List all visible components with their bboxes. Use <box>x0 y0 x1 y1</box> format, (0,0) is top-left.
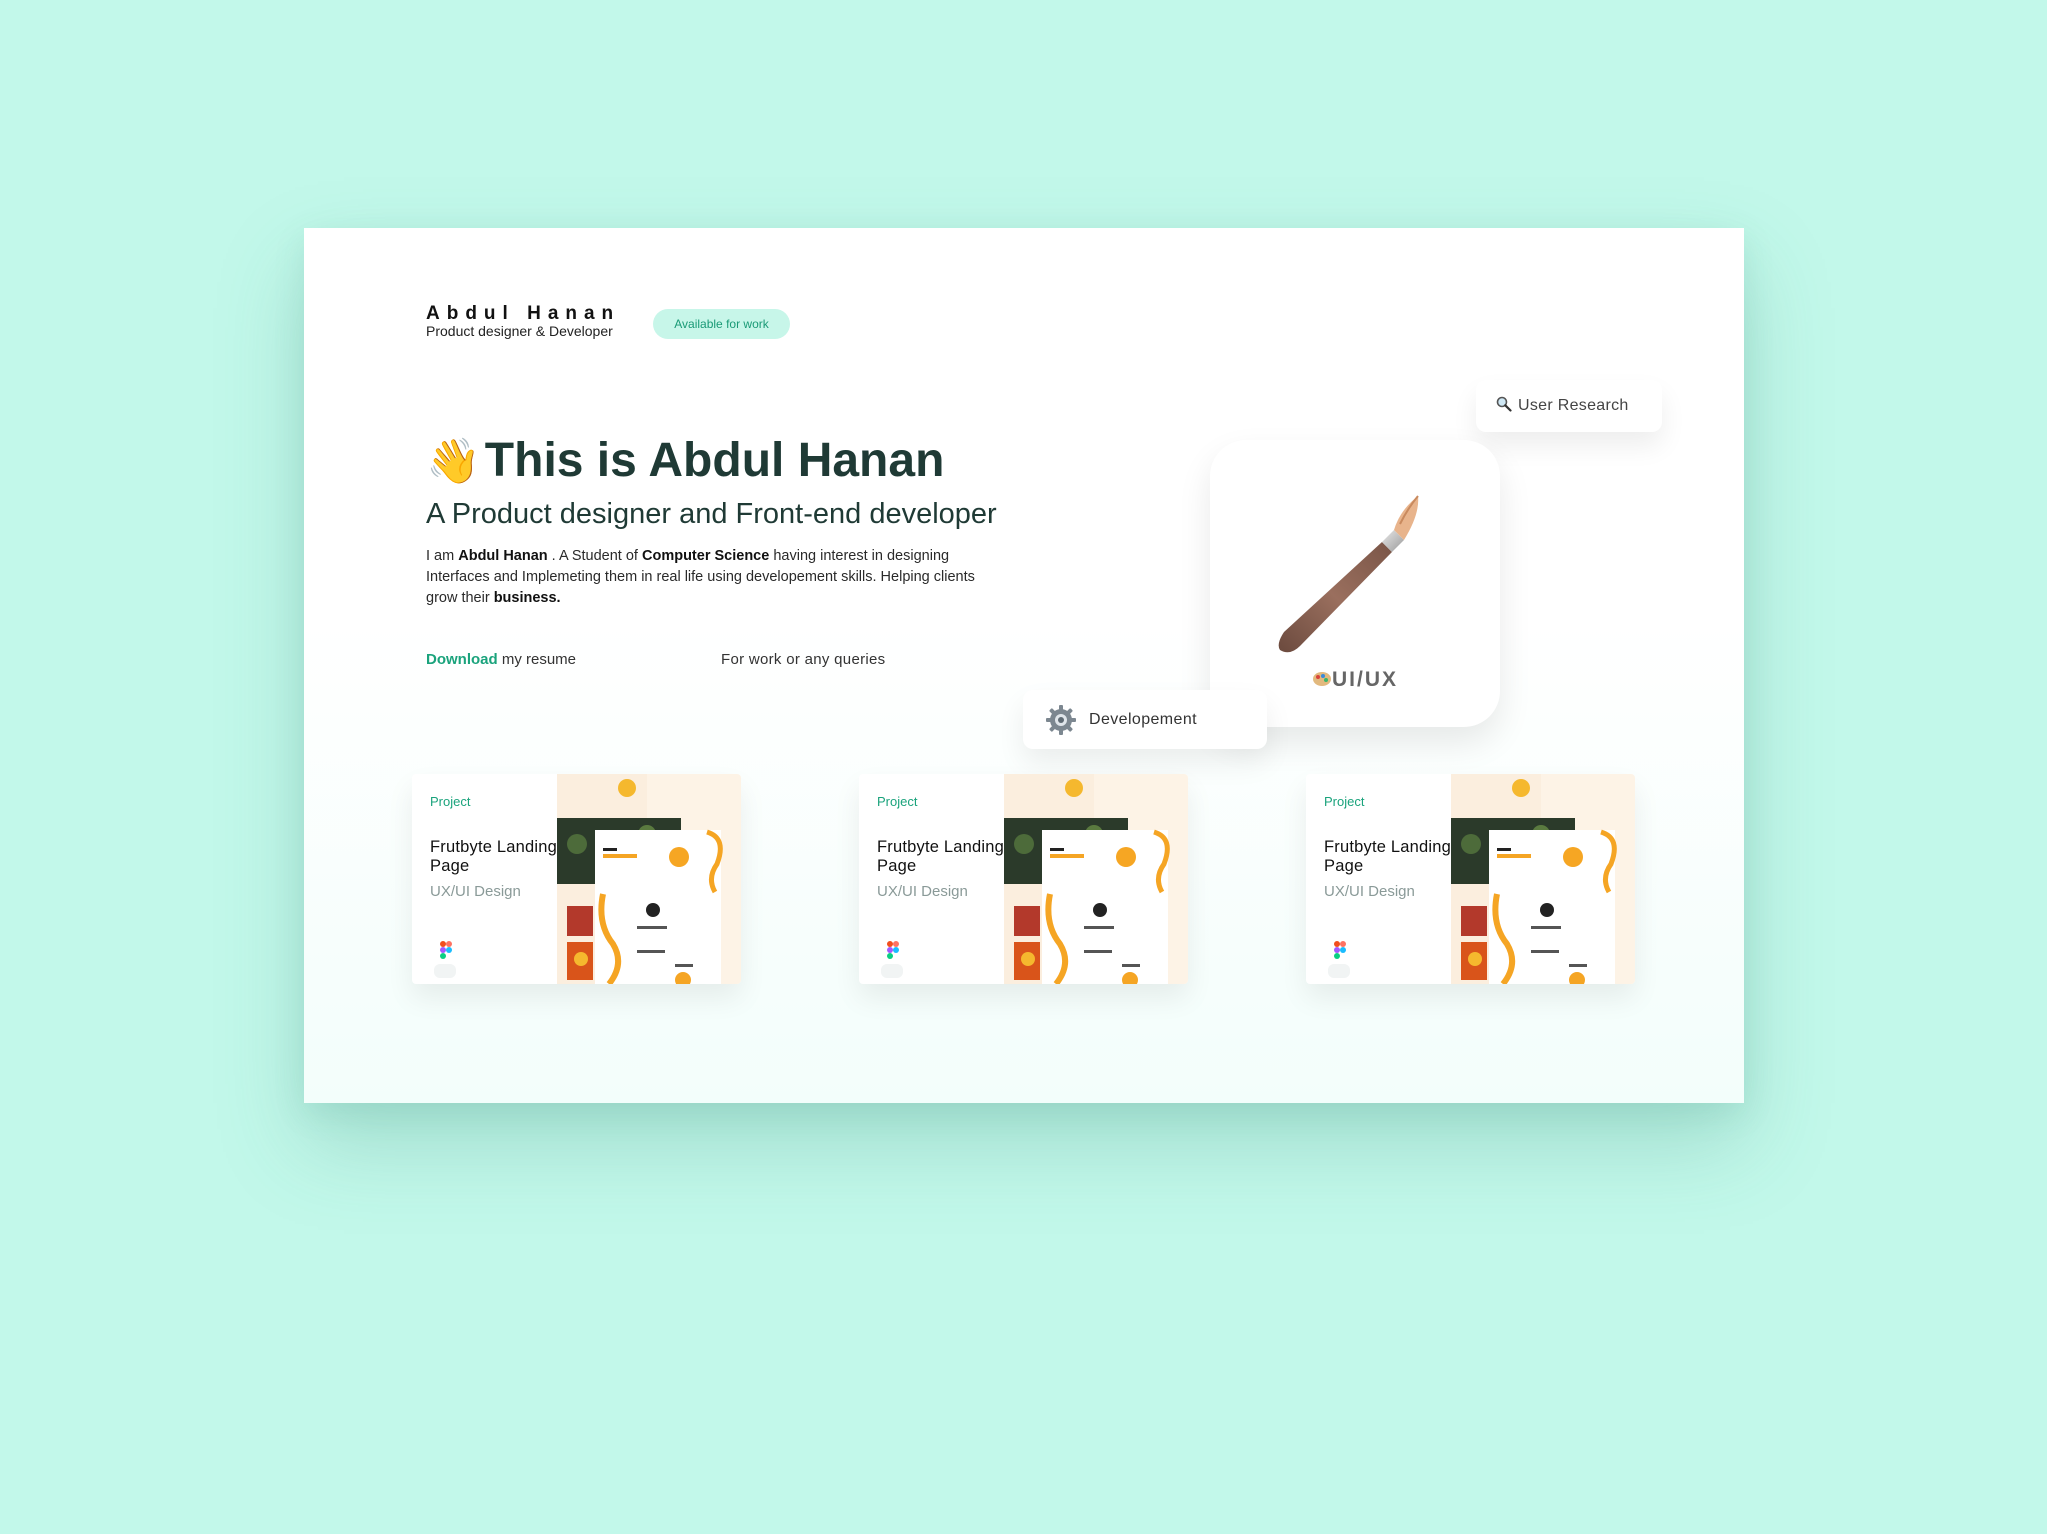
project-thumbnail <box>557 774 741 984</box>
palette-icon <box>1312 672 1331 686</box>
project-tag: Project <box>430 794 471 809</box>
resume-line: Download my resume <box>426 651 576 668</box>
skill-card-uiux: UI/UX <box>1210 440 1500 727</box>
project-type: UX/UI Design <box>1324 883 1415 900</box>
magnifier-icon <box>1496 396 1512 416</box>
waving-hand-icon: 👋 <box>426 437 481 486</box>
availability-badge: Available for work <box>653 309 790 339</box>
card-shadow-dot <box>881 964 903 978</box>
hero-title-text: This is Abdul Hanan <box>484 434 945 487</box>
skill-uiux-label: UI/UX <box>1210 668 1500 692</box>
skill-uiux-text: UI/UX <box>1331 668 1398 691</box>
paintbrush-icon <box>1278 495 1419 653</box>
project-card[interactable]: Project Frutbyte Landing Page UX/UI Desi… <box>859 774 1188 984</box>
figma-icon <box>887 941 899 959</box>
project-tag: Project <box>877 794 918 809</box>
card-shadow-dot <box>1328 964 1350 978</box>
skill-dev-label: Developement <box>1089 710 1197 728</box>
desc-part-1: I am <box>426 548 459 564</box>
figma-icon <box>1334 941 1346 959</box>
skill-research-label: User Research <box>1518 397 1629 414</box>
download-resume-link[interactable]: Download <box>426 651 498 668</box>
project-thumbnail <box>1004 774 1188 984</box>
project-card[interactable]: Project Frutbyte Landing Page UX/UI Desi… <box>1306 774 1635 984</box>
hero-subtitle: A Product designer and Front-end develop… <box>426 498 997 530</box>
gear-icon <box>1046 704 1076 735</box>
brand-name[interactable]: Abdul Hanan <box>426 303 620 325</box>
desc-part-2: . A Student of <box>547 548 642 564</box>
project-type: UX/UI Design <box>430 883 521 900</box>
project-type: UX/UI Design <box>877 883 968 900</box>
hero-title: 👋This is Abdul Hanan <box>426 433 944 488</box>
desc-field: Computer Science <box>641 548 770 564</box>
project-tag: Project <box>1324 794 1365 809</box>
project-title: Frutbyte Landing Page <box>877 838 1005 875</box>
brand-role: Product designer & Developer <box>426 323 613 339</box>
portfolio-card: Abdul Hanan Product designer & Developer… <box>304 228 1744 1103</box>
hero-description: I am Abdul Hanan . A Student of Computer… <box>426 546 986 609</box>
resume-text: my resume <box>497 651 577 668</box>
figma-icon <box>440 941 452 959</box>
desc-goal: business. <box>493 590 561 606</box>
project-card[interactable]: Project Frutbyte Landing Page UX/UI Desi… <box>412 774 741 984</box>
desc-name: Abdul Hanan <box>458 548 548 564</box>
project-title: Frutbyte Landing Page <box>1324 838 1452 875</box>
skill-card-development: Developement <box>1023 690 1267 749</box>
contact-queries-link[interactable]: For work or any queries <box>721 651 885 668</box>
project-title: Frutbyte Landing Page <box>430 838 558 875</box>
card-shadow-dot <box>434 964 456 978</box>
project-thumbnail <box>1451 774 1635 984</box>
skill-card-user-research: User Research <box>1476 380 1662 432</box>
